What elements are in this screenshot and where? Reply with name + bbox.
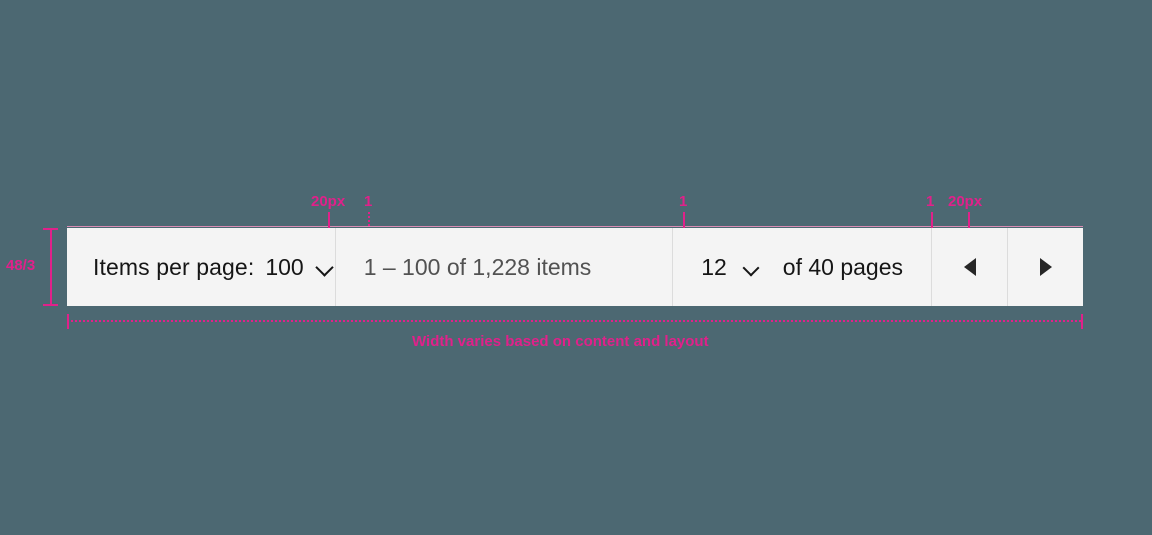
page-select-section: 12 of 40 pages [673,228,931,306]
annotation-width-dimension-line [67,320,1083,322]
annotation-width-cap-left [67,314,69,329]
current-page-value: 12 [701,253,727,280]
item-range-section: 1 – 100 of 1,228 items [336,228,673,306]
item-range-text: 1 – 100 of 1,228 items [363,253,592,280]
annotation-width-cap-right [1081,314,1083,329]
annotation-label-divider-1: 1 [364,193,373,210]
annotation-label-nav-icon-size: 20px [948,193,983,210]
annotation-label-divider-2: 1 [679,193,688,210]
annotation-label-select-hit-area: 20px [311,193,346,210]
annotation-label-divider-3: 1 [926,193,935,210]
previous-page-button[interactable] [932,228,1007,306]
items-per-page-section: Items per page: 100 [67,228,335,306]
items-per-page-select[interactable]: 100 [265,254,334,281]
annotation-label-width-note: Width varies based on content and layout [412,333,709,350]
pagination-bar: Items per page: 100 1 – 100 of 1,228 ite… [67,228,1083,306]
annotation-height-cap-bottom [43,304,58,306]
annotation-height-dimension-line [50,228,52,306]
next-page-button[interactable] [1008,228,1083,306]
annotation-label-height: 48/3 [6,257,36,274]
page-number-select[interactable]: 12 [701,254,761,281]
caret-left-icon [963,258,976,276]
items-per-page-value: 100 [265,253,304,280]
annotation-height-cap-top [43,228,58,230]
caret-right-icon [1039,258,1052,276]
total-pages-label: of 40 pages [782,253,903,280]
chevron-down-icon [741,257,761,277]
chevron-down-icon [315,257,335,277]
items-per-page-label: Items per page: [93,253,255,280]
